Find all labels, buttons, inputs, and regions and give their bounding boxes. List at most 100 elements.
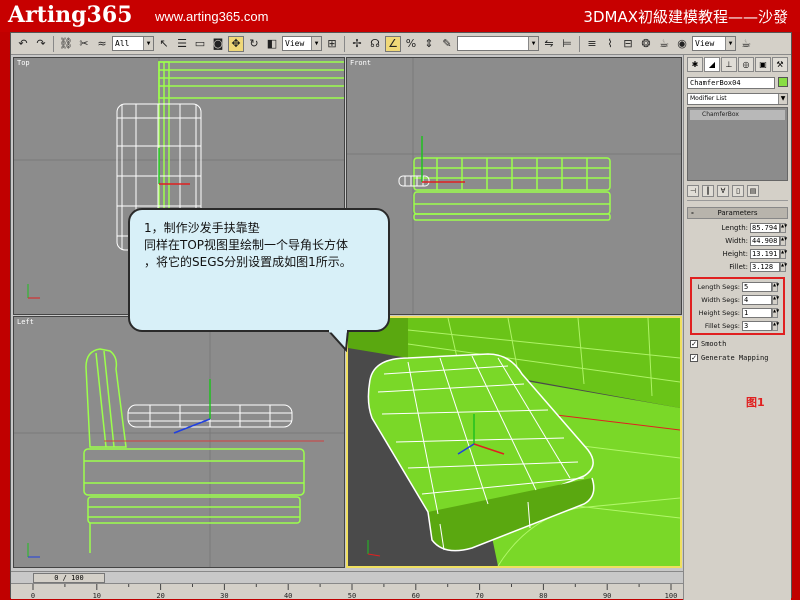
- viewport-label-left[interactable]: Left: [17, 318, 34, 326]
- track-bar[interactable]: 0 10 20 30 40 50 60 70 80 90 100: [11, 583, 683, 600]
- spinner-icon[interactable]: ▲▼: [772, 320, 779, 331]
- lesson-title: 3DMAX初級建模教程——沙發: [583, 8, 788, 26]
- left-view-drawing: [14, 317, 344, 567]
- render-view-dropdown[interactable]: View ▼: [692, 36, 736, 51]
- modifier-list-dropdown[interactable]: Modifier List ▼: [687, 93, 788, 105]
- rotate-icon[interactable]: ↻: [246, 36, 262, 52]
- viewport-front[interactable]: Front: [346, 57, 682, 315]
- object-color-swatch[interactable]: [778, 77, 788, 87]
- bind-space-warp-icon[interactable]: ≈: [94, 36, 110, 52]
- chevron-down-icon: ▼: [778, 94, 787, 104]
- pivot-icon[interactable]: ⊞: [324, 36, 340, 52]
- toolbar-divider: [53, 35, 54, 52]
- unlink-icon[interactable]: ✂: [76, 36, 92, 52]
- main-toolbar: ↶ ↷ ⛓ ✂ ≈ All ▼ ↖ ☰ ▭ ◙ ✥ ↻ ◧ View ▼ ⊞ ✢ ☊…: [11, 33, 791, 55]
- spinner-snap-icon[interactable]: ⇕: [421, 36, 437, 52]
- viewport-perspective[interactable]: [346, 316, 682, 568]
- param-height: Height: 13.191 ▲▼: [687, 247, 788, 260]
- motion-tab-icon[interactable]: ◎: [738, 57, 754, 72]
- spinner-icon[interactable]: ▲▼: [780, 222, 787, 233]
- edit-named-sel-icon[interactable]: ✎: [439, 36, 455, 52]
- create-tab-icon[interactable]: ✱: [687, 57, 703, 72]
- spinner-icon[interactable]: ▲▼: [780, 248, 787, 259]
- material-editor-icon[interactable]: ❂: [638, 36, 654, 52]
- align-icon[interactable]: ⊨: [559, 36, 575, 52]
- hierarchy-tab-icon[interactable]: ⊥: [721, 57, 737, 72]
- gen-mapping-checkbox-row[interactable]: ✓ Generate Mapping: [690, 352, 785, 363]
- ref-coord-dropdown[interactable]: View ▼: [282, 36, 322, 51]
- smooth-checkbox-row[interactable]: ✓ Smooth: [690, 338, 785, 349]
- length-segs-field[interactable]: 5: [742, 281, 772, 292]
- modify-tab-icon[interactable]: ◢: [704, 57, 720, 72]
- callout-tail: [326, 330, 350, 352]
- select-by-name-icon[interactable]: ☰: [174, 36, 190, 52]
- undo-icon[interactable]: ↶: [15, 36, 31, 52]
- viewport-label-front[interactable]: Front: [350, 59, 371, 67]
- window-crossing-icon[interactable]: ◙: [210, 36, 226, 52]
- redo-icon[interactable]: ↷: [33, 36, 49, 52]
- selection-filter-dropdown[interactable]: All ▼: [112, 36, 154, 51]
- modifier-stack: ChamferBox: [687, 107, 788, 181]
- spinner-icon[interactable]: ▲▼: [780, 235, 787, 246]
- height-field[interactable]: 13.191: [750, 248, 780, 259]
- ruler-tick-label: 10: [93, 592, 101, 600]
- width-field[interactable]: 44.908: [750, 235, 780, 246]
- select-icon[interactable]: ↖: [156, 36, 172, 52]
- render-scene-icon[interactable]: ☕: [656, 36, 672, 52]
- collapse-icon: -: [691, 209, 694, 217]
- make-unique-icon[interactable]: ∀: [717, 185, 729, 197]
- rect-region-icon[interactable]: ▭: [192, 36, 208, 52]
- spinner-icon[interactable]: ▲▼: [772, 281, 779, 292]
- link-icon[interactable]: ⛓: [58, 36, 74, 52]
- scale-icon[interactable]: ◧: [264, 36, 280, 52]
- angle-snap-icon[interactable]: ∠: [385, 35, 401, 52]
- command-panel: ✱ ◢ ⊥ ◎ ▣ ⚒ ChamferBox04 Modifier List ▼ …: [683, 55, 791, 600]
- gen-mapping-label: Generate Mapping: [701, 353, 769, 362]
- snap-icon[interactable]: ☊: [367, 36, 383, 52]
- fillet-segs-field[interactable]: 3: [742, 320, 772, 331]
- toolbar-divider: [579, 35, 580, 52]
- display-tab-icon[interactable]: ▣: [755, 57, 771, 72]
- object-name-field[interactable]: ChamferBox04: [687, 77, 775, 89]
- parameters-rollout-header[interactable]: - Parameters: [687, 207, 788, 219]
- ruler-tick-label: 40: [284, 592, 292, 600]
- smooth-label: Smooth: [701, 339, 727, 348]
- named-selection-dropdown[interactable]: ▼: [457, 36, 539, 51]
- layer-icon[interactable]: ≡: [584, 36, 600, 52]
- param-label: Height:: [722, 249, 749, 258]
- callout-line-3: ，将它的SEGS分别设置成如图1所示。: [144, 255, 352, 269]
- schematic-icon[interactable]: ⊟: [620, 36, 636, 52]
- ruler-tick-label: 100: [665, 592, 678, 600]
- remove-modifier-icon[interactable]: ▯: [732, 185, 744, 197]
- mirror-icon[interactable]: ⇋: [541, 36, 557, 52]
- utilities-tab-icon[interactable]: ⚒: [772, 57, 788, 72]
- quick-render-icon[interactable]: ☕: [738, 36, 754, 52]
- callout-line-2: 同样在TOP视图里绘制一个导角长方体: [144, 238, 349, 252]
- gen-mapping-checkbox[interactable]: ✓: [690, 353, 698, 362]
- render-setup-icon[interactable]: ◉: [674, 36, 690, 52]
- stack-item-chamferbox[interactable]: ChamferBox: [690, 110, 785, 120]
- move-icon[interactable]: ✥: [228, 35, 244, 52]
- percent-snap-icon[interactable]: %: [403, 36, 419, 52]
- show-end-result-icon[interactable]: ║: [702, 185, 714, 197]
- width-segs-field[interactable]: 4: [742, 294, 772, 305]
- spinner-icon[interactable]: ▲▼: [772, 307, 779, 318]
- manipulate-icon[interactable]: ✢: [349, 36, 365, 52]
- param-fillet: Fillet: 3.128 ▲▼: [687, 260, 788, 273]
- modifier-list-label: Modifier List: [690, 95, 727, 102]
- time-slider-track[interactable]: 0 / 100: [11, 571, 683, 583]
- viewport-label-top[interactable]: Top: [17, 59, 30, 67]
- spinner-icon[interactable]: ▲▼: [772, 294, 779, 305]
- param-label: Width:: [725, 236, 748, 245]
- length-field[interactable]: 85.794: [750, 222, 780, 233]
- curve-editor-icon[interactable]: ⌇: [602, 36, 618, 52]
- smooth-checkbox[interactable]: ✓: [690, 339, 698, 348]
- time-slider[interactable]: 0 / 100: [33, 573, 105, 583]
- pin-stack-icon[interactable]: ⊣: [687, 185, 699, 197]
- chevron-down-icon: ▼: [725, 37, 735, 50]
- spinner-icon[interactable]: ▲▼: [780, 261, 787, 272]
- viewport-left[interactable]: Left: [13, 316, 345, 568]
- configure-sets-icon[interactable]: ▤: [747, 185, 759, 197]
- height-segs-field[interactable]: 1: [742, 307, 772, 318]
- fillet-field[interactable]: 3.128: [750, 261, 780, 272]
